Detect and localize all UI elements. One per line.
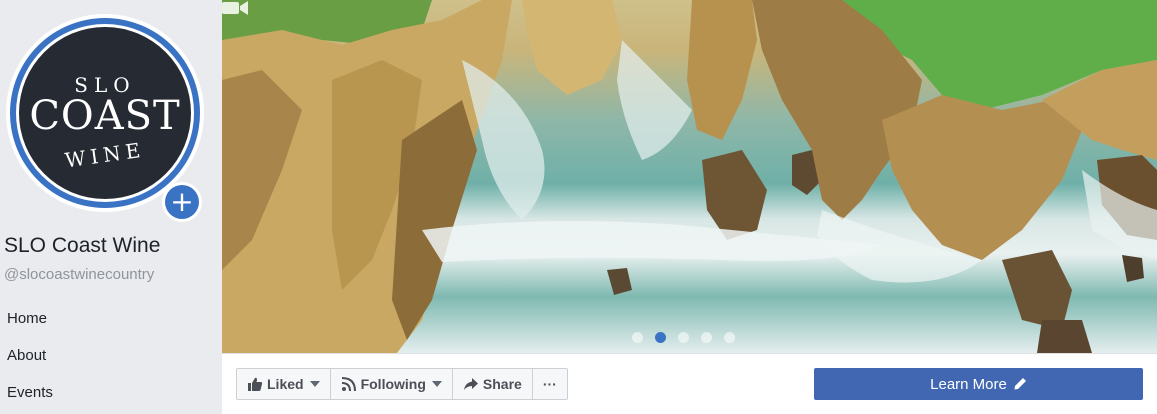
page-username[interactable]: @slocoastwinecountry: [4, 266, 154, 283]
thumbs-up-icon: [248, 377, 263, 391]
share-button[interactable]: Share: [452, 368, 533, 400]
chevron-down-icon: [309, 381, 320, 387]
slide-dot[interactable]: [724, 332, 735, 343]
chevron-down-icon: [431, 381, 442, 387]
left-sidebar: SLO COAST WINE + SLO Coast Wine @slocoas…: [0, 0, 221, 414]
action-button-group: Liked Following Share ···: [236, 368, 568, 400]
slide-dot[interactable]: [701, 332, 712, 343]
page-action-bar: Liked Following Share ··· Learn More: [222, 353, 1157, 414]
cover-coastline-image: [222, 0, 1157, 353]
liked-label: Liked: [267, 376, 304, 392]
following-button[interactable]: Following: [330, 368, 453, 400]
pencil-icon: [1014, 378, 1026, 390]
nav-item-events[interactable]: Events: [0, 374, 221, 411]
learn-more-label: Learn More: [930, 375, 1007, 393]
brand-logo: SLO COAST WINE: [19, 27, 191, 199]
logo-text-coast: COAST: [29, 93, 181, 139]
cover-photo[interactable]: [222, 0, 1157, 353]
more-options-icon: ···: [542, 376, 557, 392]
slide-dot[interactable]: [678, 332, 689, 343]
share-arrow-icon: [463, 378, 478, 390]
share-label: Share: [482, 376, 522, 392]
profile-picture[interactable]: SLO COAST WINE +: [6, 14, 204, 222]
plus-icon: +: [165, 185, 199, 219]
slide-dot-active[interactable]: [655, 332, 666, 343]
page-title[interactable]: SLO Coast Wine: [4, 234, 160, 258]
nav-item-about[interactable]: About: [0, 337, 221, 374]
more-options-button[interactable]: ···: [532, 368, 568, 400]
page-nav: Home About Events: [0, 300, 221, 411]
slide-dot[interactable]: [632, 332, 643, 343]
facebook-page-header: SLO COAST WINE + SLO Coast Wine @slocoas…: [0, 0, 1157, 414]
learn-more-button[interactable]: Learn More: [814, 368, 1143, 400]
liked-button[interactable]: Liked: [236, 368, 331, 400]
rss-icon: [341, 377, 356, 392]
add-photo-button[interactable]: +: [162, 182, 202, 222]
nav-item-home[interactable]: Home: [0, 300, 221, 337]
video-camera-icon: [222, 1, 248, 15]
following-label: Following: [360, 376, 426, 392]
